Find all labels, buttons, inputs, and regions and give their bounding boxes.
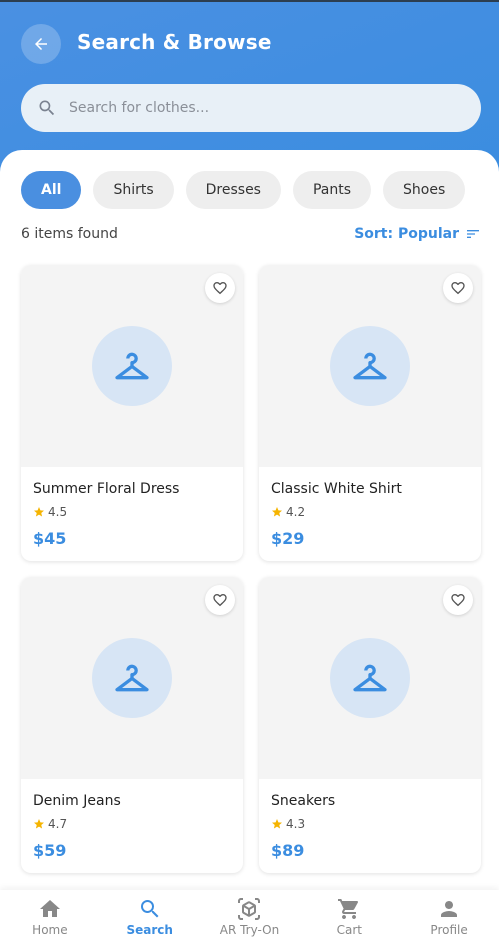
hanger-icon [115,352,149,380]
rating-value: 4.5 [48,505,68,519]
rating-value: 4.2 [286,505,306,519]
rating-value: 4.3 [286,817,306,831]
arrow-left-icon [35,38,47,50]
nav-profile[interactable]: Profile [399,890,499,944]
cart-icon [338,899,359,919]
image-placeholder [330,326,410,406]
back-button[interactable] [21,24,61,64]
hanger-icon [353,664,387,692]
rating-value: 4.7 [48,817,68,831]
category-chips: All Shirts Dresses Pants Shoes [21,171,466,209]
product-image [21,577,243,779]
home-icon [39,900,60,917]
results-row: 6 items found Sort: Popular [21,226,481,242]
product-rating: 4.7 [33,817,67,831]
sort-button[interactable]: Sort: Popular [354,226,481,242]
chip-pants[interactable]: Pants [292,171,372,209]
product-image [259,577,481,779]
heart-outline-icon [213,594,227,607]
product-name: Denim Jeans [33,793,121,809]
chip-shirts[interactable]: Shirts [93,171,174,209]
nav-ar-try-on[interactable]: AR Try-On [200,890,300,944]
star-icon [272,819,282,829]
image-placeholder [330,638,410,718]
nav-home[interactable]: Home [0,890,100,944]
product-rating: 4.3 [271,817,305,831]
search-icon [39,100,55,116]
product-card[interactable]: Summer Floral Dress 4.5 $45 [21,265,243,561]
hanger-icon [353,352,387,380]
product-image [259,265,481,467]
product-card[interactable]: Denim Jeans 4.7 $59 [21,577,243,873]
sort-icon [467,230,479,238]
favorite-button[interactable] [443,273,473,303]
chip-dresses[interactable]: Dresses [185,171,281,209]
results-count: 6 items found [21,226,118,242]
product-price: $89 [271,841,305,860]
nav-cart-label: Cart [336,923,362,937]
image-placeholder [92,326,172,406]
main-content: All Shirts Dresses Pants Shoes 6 items f… [0,150,499,944]
nav-ar-label: AR Try-On [219,923,280,937]
product-name: Sneakers [271,793,336,809]
product-rating: 4.5 [33,505,67,519]
product-rating: 4.2 [271,505,305,519]
heart-outline-icon [213,282,227,295]
product-card[interactable]: Sneakers 4.3 $89 [259,577,481,873]
nav-home-label: Home [32,923,68,937]
search-icon [140,900,159,918]
star-icon [34,507,44,517]
product-image [21,265,243,467]
favorite-button[interactable] [205,585,235,615]
sort-label: Sort: Popular [354,226,459,242]
product-name: Classic White Shirt [271,481,402,497]
product-name: Summer Floral Dress [33,481,180,497]
person-icon [441,901,458,917]
header: Search & Browse [0,0,499,175]
favorite-button[interactable] [205,273,235,303]
search-bar[interactable] [21,84,481,132]
star-icon [34,819,44,829]
product-price: $29 [271,529,305,548]
search-input[interactable] [69,100,449,116]
ar-cube-icon [238,898,261,920]
nav-profile-label: Profile [430,923,468,937]
product-price: $45 [33,529,67,548]
heart-outline-icon [451,282,465,295]
product-grid: Summer Floral Dress 4.5 $45 Classic Whit… [21,265,481,873]
product-card[interactable]: Classic White Shirt 4.2 $29 [259,265,481,561]
page-title: Search & Browse [77,30,272,54]
heart-outline-icon [451,594,465,607]
chip-all[interactable]: All [21,171,82,209]
nav-cart[interactable]: Cart [299,890,399,944]
star-icon [272,507,282,517]
hanger-icon [115,664,149,692]
image-placeholder [92,638,172,718]
product-price: $59 [33,841,67,860]
nav-search-label: Search [126,923,173,937]
chip-shoes[interactable]: Shoes [383,171,466,209]
favorite-button[interactable] [443,585,473,615]
bottom-navigation: Home Search AR Try-On Cart Profile [0,890,499,944]
nav-search[interactable]: Search [100,890,200,944]
